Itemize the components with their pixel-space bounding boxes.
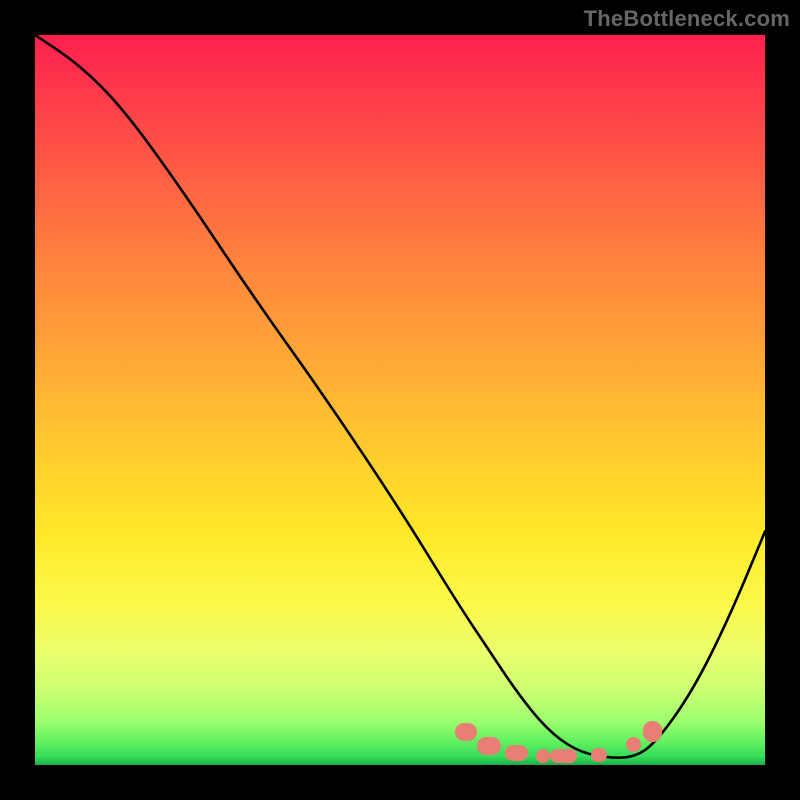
plot-area xyxy=(35,35,765,765)
marker-m8 xyxy=(643,721,662,743)
marker-m2 xyxy=(477,737,500,755)
curve-svg xyxy=(35,35,765,765)
marker-m6 xyxy=(591,748,607,763)
chart-stage: TheBottleneck.com xyxy=(0,0,800,800)
curve-path xyxy=(35,35,765,758)
marker-m7 xyxy=(626,737,641,752)
marker-m5 xyxy=(550,749,578,764)
watermark-text: TheBottleneck.com xyxy=(584,6,790,32)
marker-m1 xyxy=(455,723,477,741)
marker-m3 xyxy=(505,745,528,761)
